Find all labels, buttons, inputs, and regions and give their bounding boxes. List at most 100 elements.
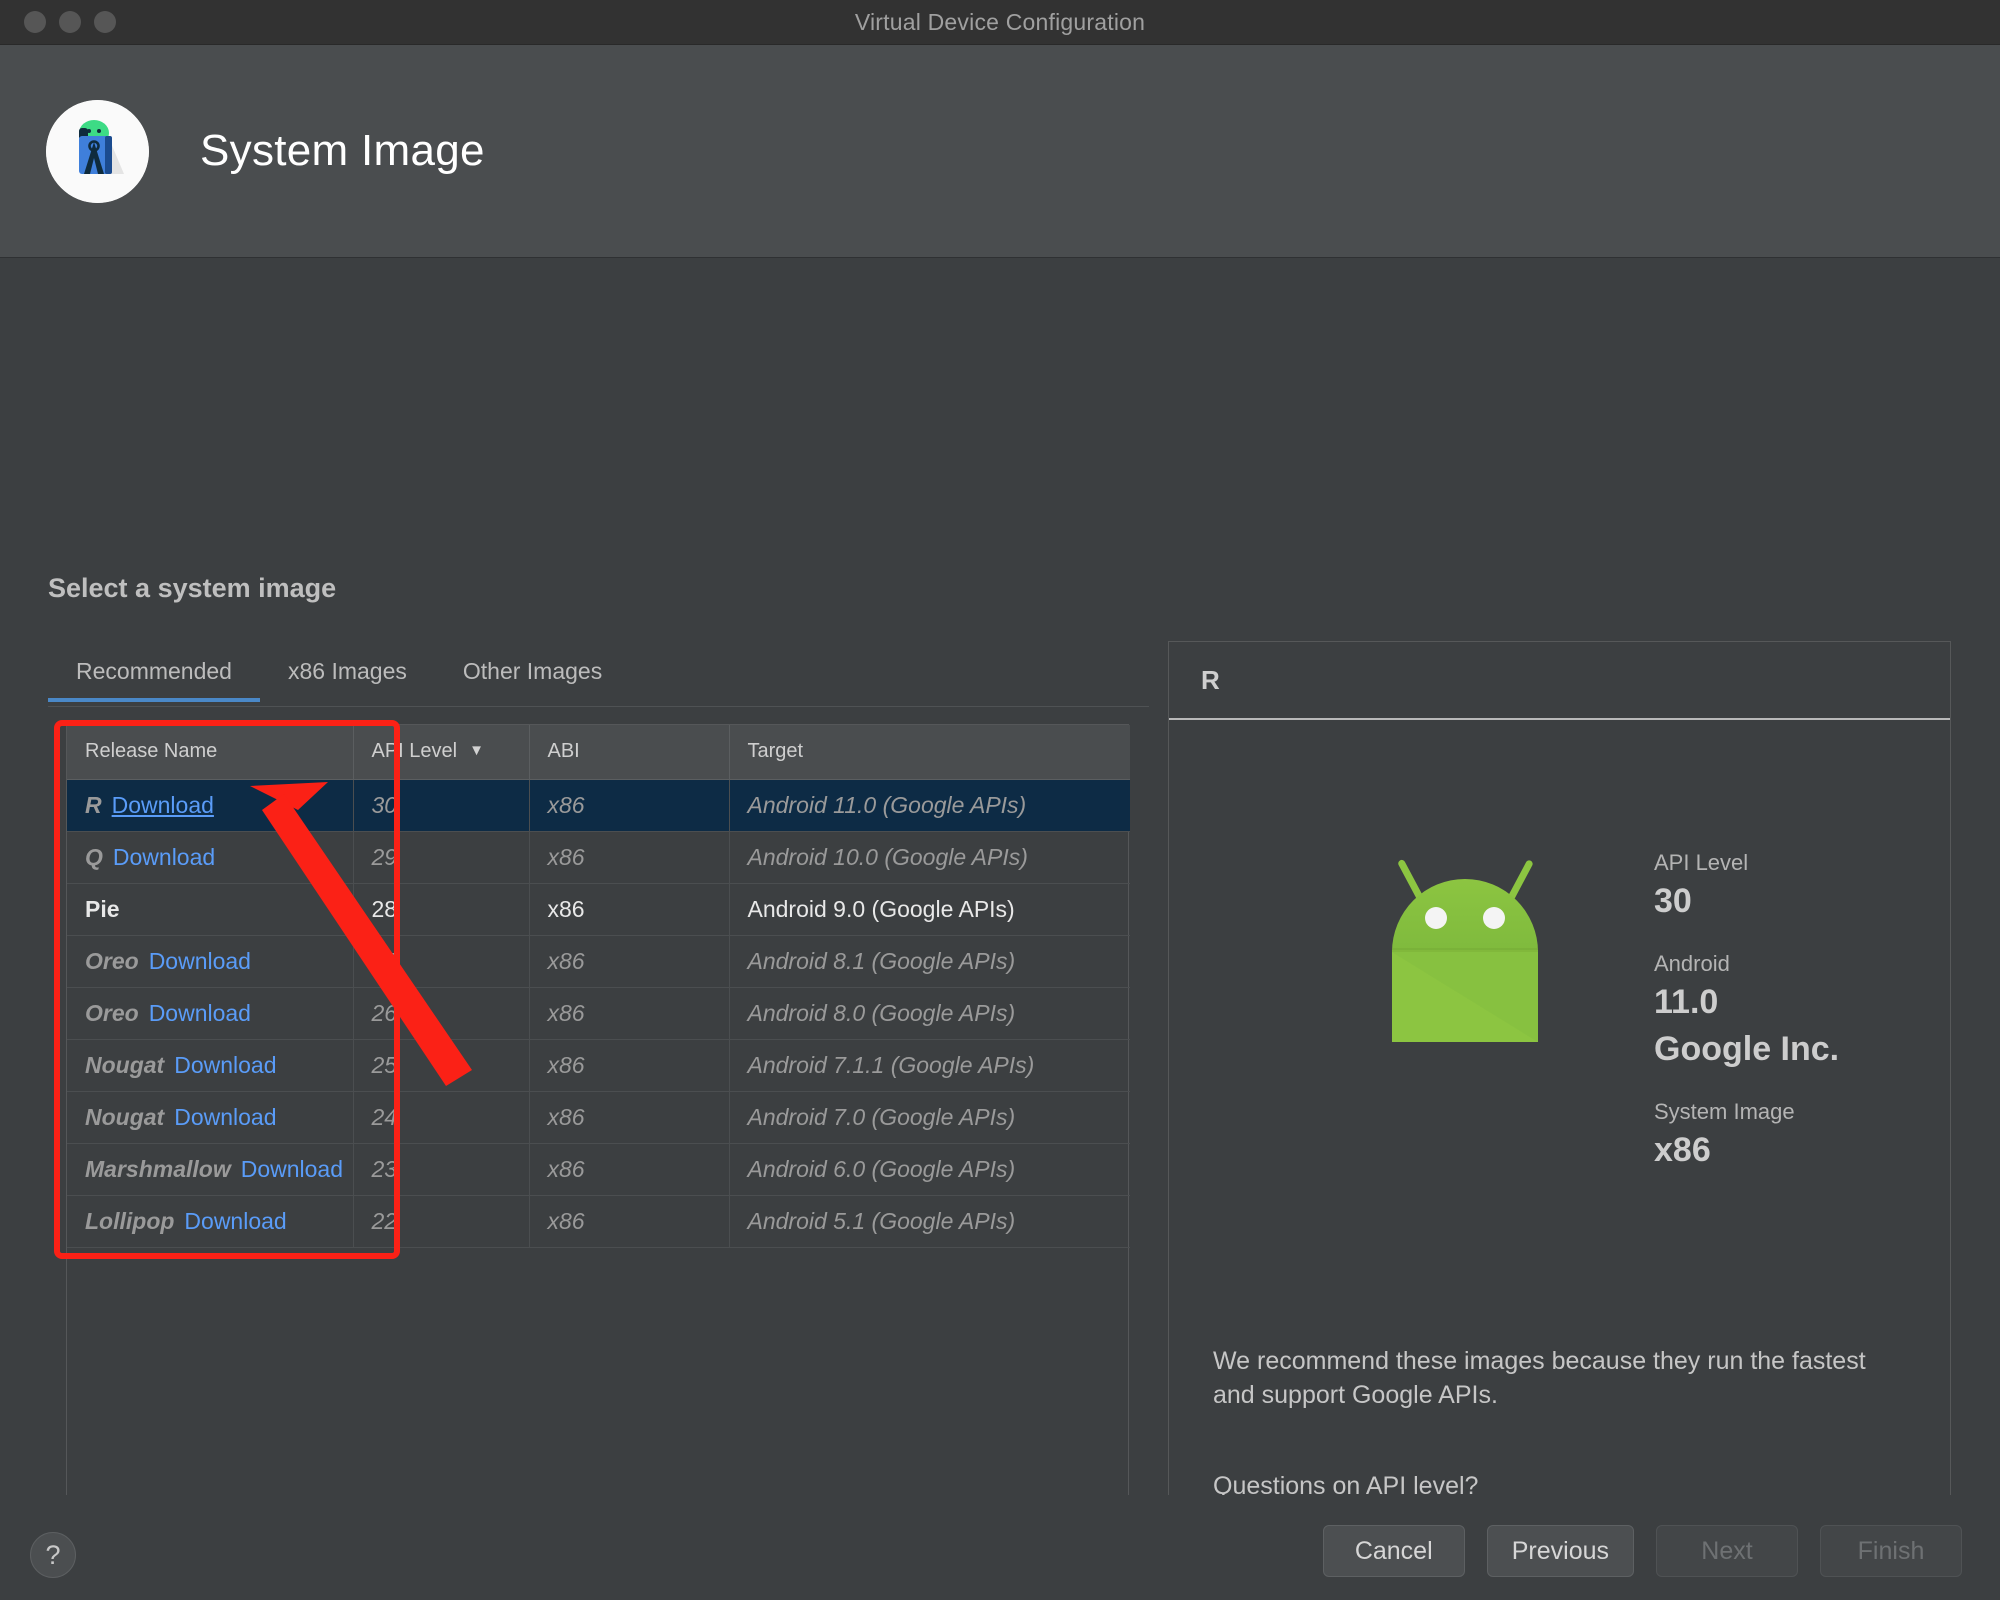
- detail-value-api-level: 30: [1654, 882, 1692, 920]
- release-name-label: Lollipop: [85, 1207, 175, 1234]
- table-row[interactable]: Oreo Download 26 x86 Android 8.0 (Google API…: [67, 987, 1130, 1040]
- detail-value-vendor: Google Inc.: [1654, 1030, 1840, 1068]
- cell-release-name[interactable]: Nougat Download: [67, 1039, 354, 1092]
- cell-abi[interactable]: x86: [529, 1143, 730, 1196]
- download-link[interactable]: Download: [241, 1156, 343, 1182]
- cell-target[interactable]: Android 5.1 (Google APIs): [729, 1195, 1130, 1248]
- download-link[interactable]: Download: [184, 1208, 286, 1234]
- cell-release-name[interactable]: Nougat Download: [67, 1091, 354, 1144]
- cell-api-level[interactable]: 22: [353, 1195, 530, 1248]
- release-name-label: R: [85, 791, 102, 818]
- cell-release-name[interactable]: Oreo Download: [67, 935, 354, 988]
- cell-api-level[interactable]: 24: [353, 1091, 530, 1144]
- minimize-button-icon[interactable]: [59, 11, 81, 33]
- column-header-api-level[interactable]: API Level ▼: [353, 725, 530, 780]
- system-image-table: Release Name API Level ▼ ABI Target R Down…: [67, 725, 1130, 1248]
- table-row[interactable]: Q Download 29 x86 Android 10.0 (Google APIs): [67, 831, 1130, 884]
- download-link[interactable]: Download: [174, 1104, 276, 1130]
- detail-value-android-version: 11.0: [1654, 983, 1719, 1021]
- table-row[interactable]: Marshmallow Download 23 x86 Android 6.0 (Goo…: [67, 1143, 1130, 1196]
- help-button[interactable]: ?: [30, 1532, 76, 1578]
- cell-api-level[interactable]: 25: [353, 1039, 530, 1092]
- cell-abi[interactable]: x86: [529, 831, 730, 884]
- dialog-footer: ? Cancel Previous Next Finish: [0, 1495, 2000, 1600]
- cell-release-name[interactable]: Oreo Download: [67, 987, 354, 1040]
- column-header-target-label: Target: [747, 740, 804, 763]
- android-studio-logo-icon: [46, 99, 149, 203]
- release-name-label: Oreo: [85, 947, 139, 974]
- download-link[interactable]: Download: [174, 1052, 276, 1078]
- system-image-table-container[interactable]: Release Name API Level ▼ ABI Target R Down…: [66, 724, 1130, 1533]
- dialog-header: System Image: [0, 45, 2000, 258]
- cell-target[interactable]: Android 11.0 (Google APIs): [729, 779, 1130, 832]
- table-row[interactable]: Pie 28 x86 Android 9.0 (Google APIs): [67, 883, 1130, 936]
- window-title: Virtual Device Configuration: [854, 8, 1146, 35]
- cell-abi[interactable]: x86: [529, 935, 730, 988]
- detail-panel-body: API Level 30 Android 11.0 Google Inc. Sy…: [1169, 720, 1950, 1600]
- cell-release-name[interactable]: Pie: [67, 883, 354, 936]
- cell-api-level[interactable]: 29: [353, 831, 530, 884]
- table-row[interactable]: Nougat Download 25 x86 Android 7.1.1 (Google…: [67, 1039, 1130, 1092]
- finish-button: Finish: [1820, 1525, 1962, 1577]
- cell-abi[interactable]: x86: [529, 883, 730, 936]
- cell-target[interactable]: Android 6.0 (Google APIs): [729, 1143, 1130, 1196]
- caret-down-icon: ▼: [469, 742, 484, 760]
- cell-release-name[interactable]: Lollipop Download: [67, 1195, 354, 1248]
- table-row[interactable]: Oreo Download 27 x86 Android 8.1 (Google API…: [67, 935, 1130, 988]
- wizard-button-group: Cancel Previous Next Finish: [1322, 1525, 1962, 1577]
- cell-target[interactable]: Android 7.0 (Google APIs): [729, 1091, 1130, 1144]
- cell-api-level[interactable]: 30: [353, 779, 530, 832]
- detail-label-api-level: API Level: [1654, 850, 1749, 875]
- release-name-label: Nougat: [85, 1103, 165, 1130]
- cell-release-name[interactable]: R Download: [67, 779, 354, 832]
- close-button-icon[interactable]: [24, 11, 46, 33]
- download-link[interactable]: Download: [113, 844, 215, 870]
- detail-panel-header: R: [1169, 642, 1950, 720]
- table-row[interactable]: Nougat Download 24 x86 Android 7.0 (Google A…: [67, 1091, 1130, 1144]
- cell-api-level[interactable]: 26: [353, 987, 530, 1040]
- cell-target[interactable]: Android 8.0 (Google APIs): [729, 987, 1130, 1040]
- cell-abi[interactable]: x86: [529, 779, 730, 832]
- cell-abi[interactable]: x86: [529, 1039, 730, 1092]
- cell-target[interactable]: Android 7.1.1 (Google APIs): [729, 1039, 1130, 1092]
- page-title: System Image: [200, 126, 485, 175]
- cell-api-level[interactable]: 23: [353, 1143, 530, 1196]
- traffic-light-group: [24, 11, 116, 33]
- android-robot-icon: [1374, 840, 1557, 1050]
- download-link[interactable]: Download: [112, 792, 214, 818]
- image-source-tabs: Recommended x86 Images Other Images: [48, 650, 1149, 707]
- cancel-button[interactable]: Cancel: [1322, 1525, 1465, 1577]
- detail-label-android: Android: [1654, 951, 1730, 976]
- maximize-button-icon[interactable]: [94, 11, 116, 33]
- cell-abi[interactable]: x86: [529, 987, 730, 1040]
- column-header-abi[interactable]: ABI: [529, 725, 730, 780]
- cell-target[interactable]: Android 9.0 (Google APIs): [729, 883, 1130, 936]
- cell-api-level[interactable]: 27: [353, 935, 530, 988]
- previous-button[interactable]: Previous: [1486, 1525, 1634, 1577]
- table-header-row: Release Name API Level ▼ ABI Target: [67, 725, 1130, 780]
- download-link[interactable]: Download: [149, 1000, 251, 1026]
- cell-target[interactable]: Android 10.0 (Google APIs): [729, 831, 1130, 884]
- release-name-label: Oreo: [85, 999, 139, 1026]
- detail-label-system-image: System Image: [1654, 1099, 1795, 1124]
- detail-field-list: API Level 30 Android 11.0 Google Inc. Sy…: [1654, 850, 1914, 1200]
- cell-release-name[interactable]: Q Download: [67, 831, 354, 884]
- cell-abi[interactable]: x86: [529, 1091, 730, 1144]
- cell-api-level[interactable]: 28: [353, 883, 530, 936]
- release-name-label: Pie: [85, 895, 120, 922]
- cell-abi[interactable]: x86: [529, 1195, 730, 1248]
- column-header-target[interactable]: Target: [729, 725, 1130, 780]
- system-image-detail-panel: R API Level 30 Android 11.0 Google Inc. …: [1168, 641, 1951, 1600]
- download-link[interactable]: Download: [149, 948, 251, 974]
- tab-x86-images[interactable]: x86 Images: [260, 650, 435, 701]
- table-row[interactable]: Lollipop Download 22 x86 Android 5.1 (Google…: [67, 1195, 1130, 1248]
- tab-recommended[interactable]: Recommended: [48, 650, 260, 702]
- section-title: Select a system image: [48, 573, 337, 603]
- tab-other-images[interactable]: Other Images: [435, 650, 630, 701]
- column-header-api-level-label: API Level: [371, 740, 458, 763]
- detail-heading: R: [1201, 664, 1220, 695]
- cell-release-name[interactable]: Marshmallow Download: [67, 1143, 354, 1196]
- column-header-release-name[interactable]: Release Name: [67, 725, 354, 780]
- table-row[interactable]: R Download 30 x86 Android 11.0 (Google APIs): [67, 779, 1130, 832]
- cell-target[interactable]: Android 8.1 (Google APIs): [729, 935, 1130, 988]
